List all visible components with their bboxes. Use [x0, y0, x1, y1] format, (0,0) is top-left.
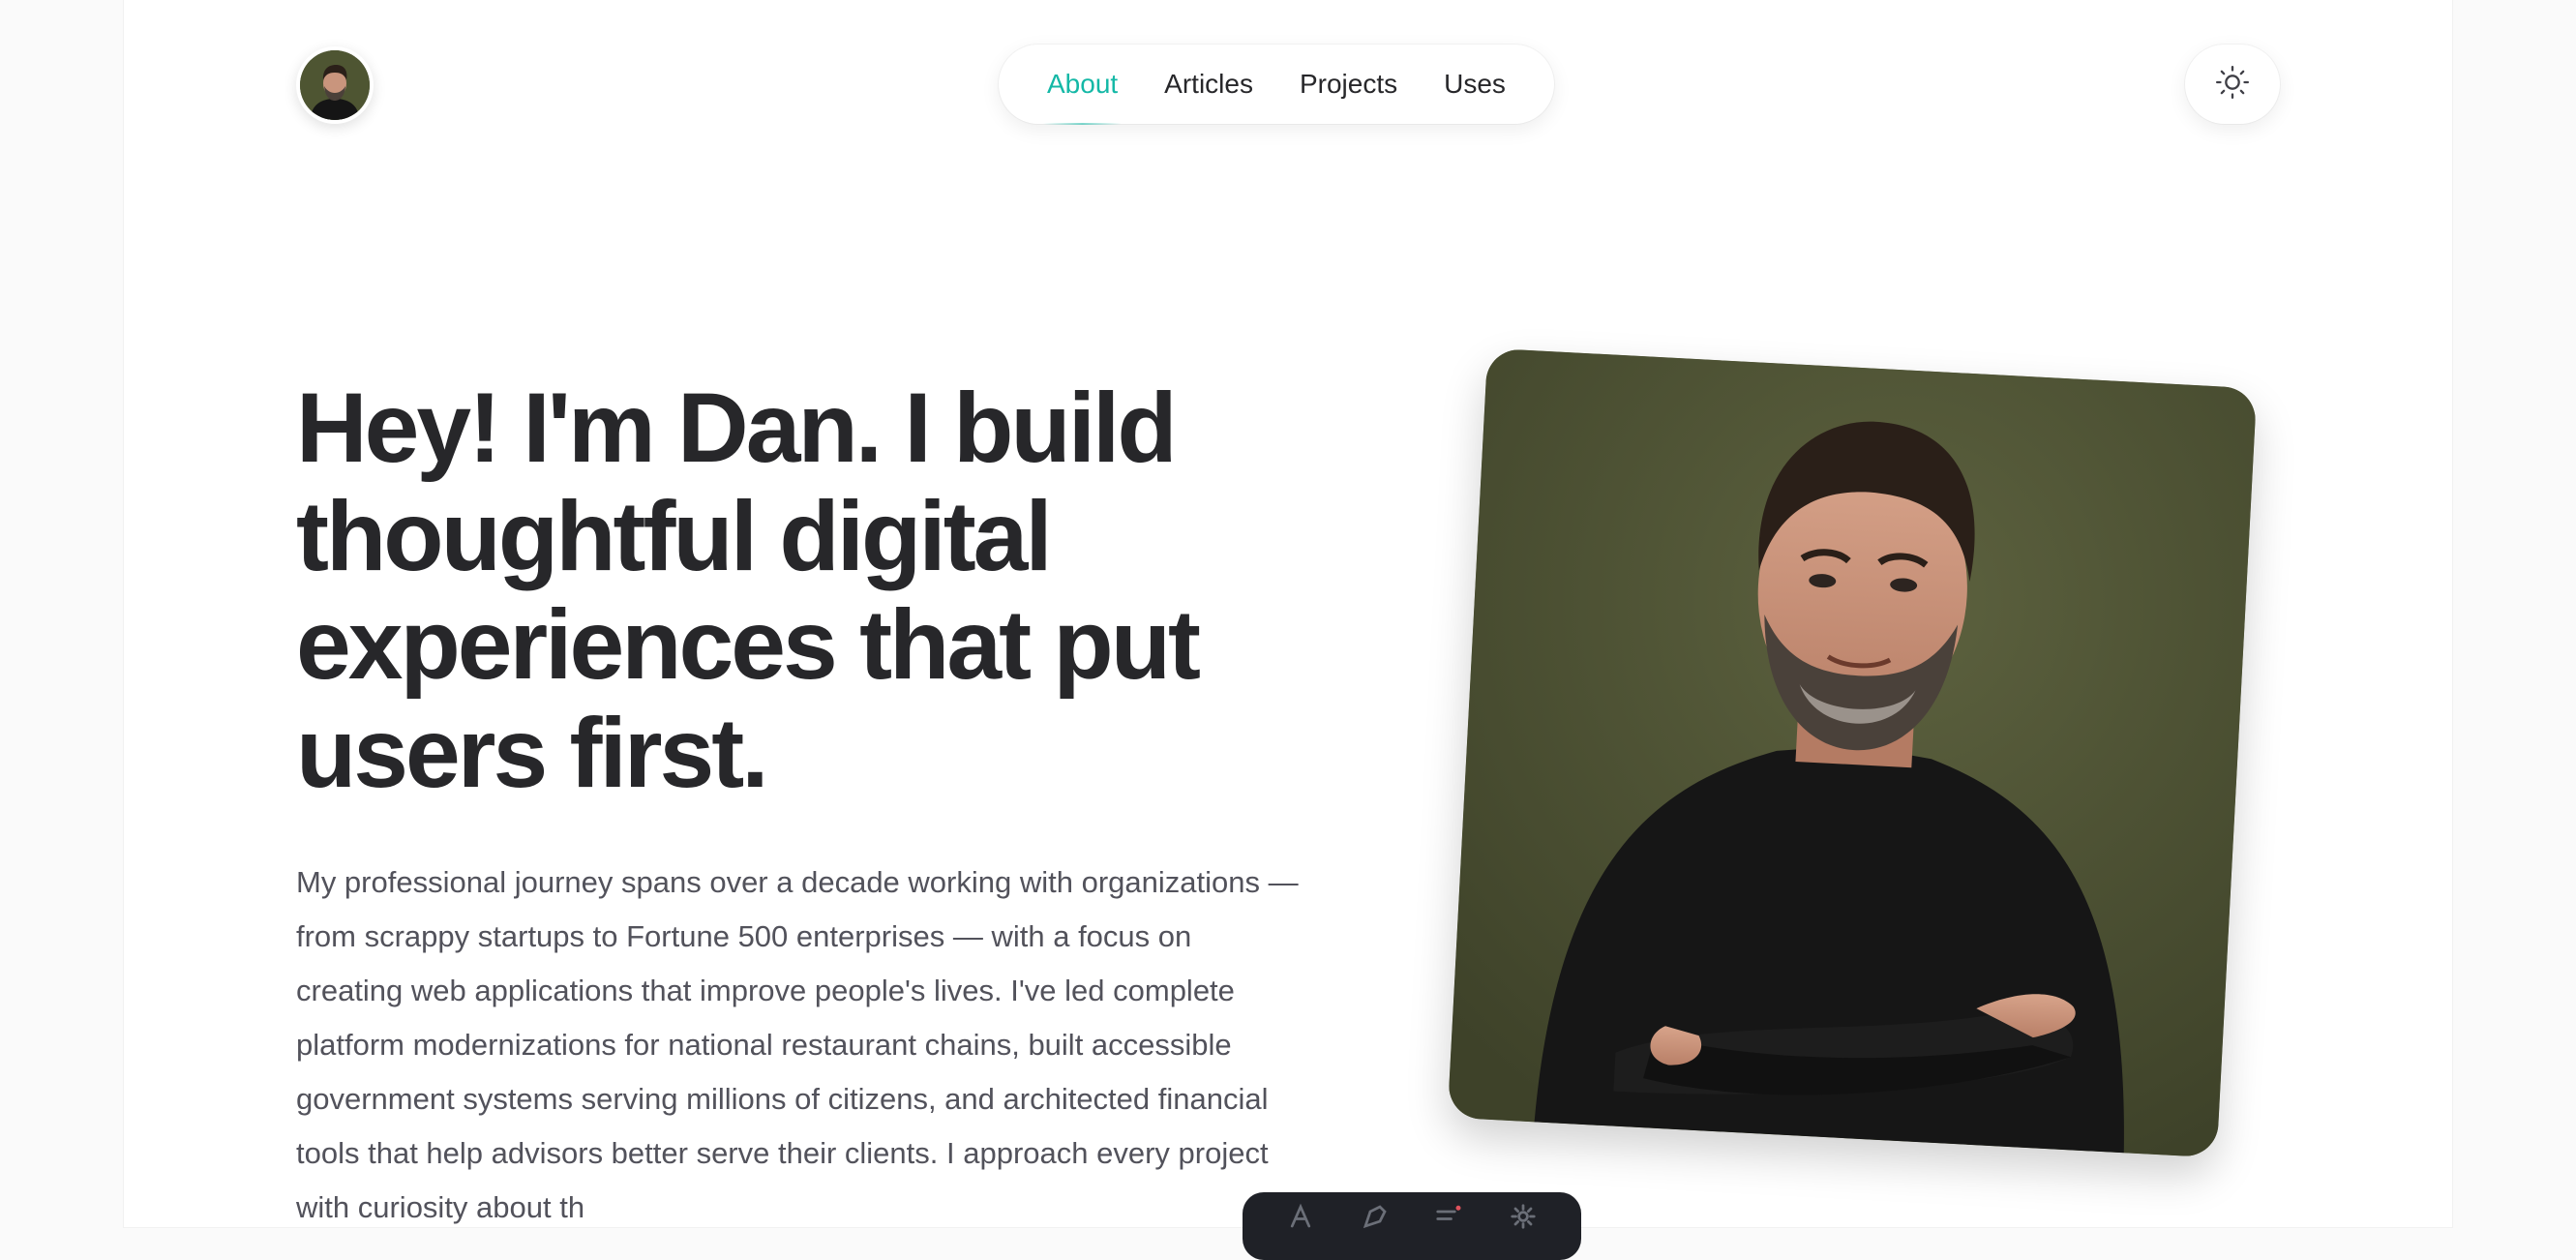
nav-item-projects[interactable]: Projects — [1276, 45, 1421, 124]
nav-item-label: About — [1047, 69, 1119, 99]
nav-item-label: Uses — [1444, 69, 1506, 99]
floating-toolbar — [1243, 1192, 1581, 1260]
nav-item-label: Projects — [1299, 69, 1398, 99]
avatar — [300, 50, 370, 120]
hero-intro-text: My professional journey spans over a dec… — [296, 865, 1299, 1224]
page-container: About Articles Projects Uses Hey! I'm Da… — [124, 0, 2452, 1260]
nav-item-articles[interactable]: Articles — [1141, 45, 1276, 124]
home-avatar-link[interactable] — [296, 46, 374, 124]
nav-item-label: Articles — [1164, 69, 1253, 99]
profile-photo — [1447, 347, 2258, 1158]
nav-item-about[interactable]: About — [1024, 45, 1141, 125]
site-header: About Articles Projects Uses — [124, 0, 2452, 174]
theme-toggle-button[interactable] — [2185, 45, 2280, 124]
nav-item-uses[interactable]: Uses — [1421, 45, 1529, 124]
sun-icon — [2213, 63, 2252, 106]
hero-title: Hey! I'm Dan. I build thoughtful digital… — [296, 373, 1201, 808]
active-indicator — [1043, 123, 1123, 125]
main-nav: About Articles Projects Uses — [999, 45, 1554, 125]
